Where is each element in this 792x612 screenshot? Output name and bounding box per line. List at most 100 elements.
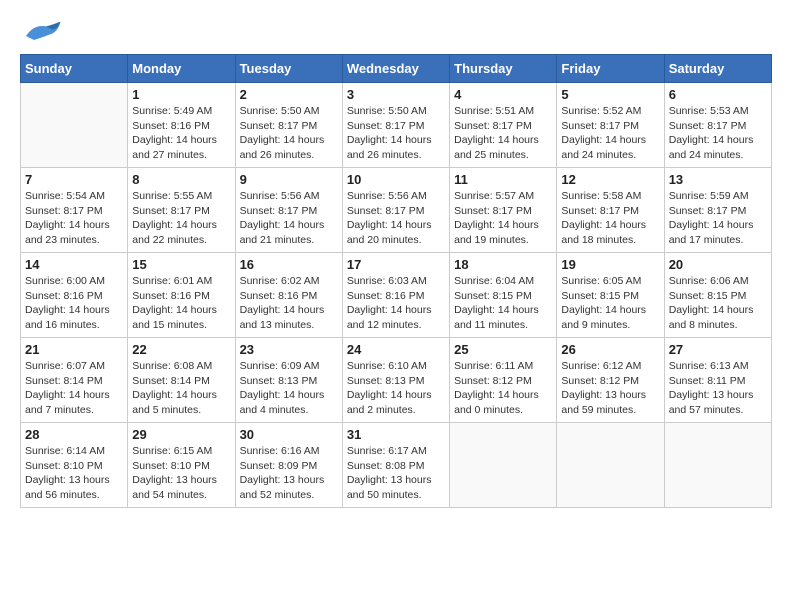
calendar-cell: 12 Sunrise: 5:58 AMSunset: 8:17 PMDayligh… (557, 168, 664, 253)
calendar-table: SundayMondayTuesdayWednesdayThursdayFrid… (20, 54, 772, 508)
calendar-cell: 25 Sunrise: 6:11 AMSunset: 8:12 PMDayligh… (450, 338, 557, 423)
day-info: Sunrise: 6:10 AMSunset: 8:13 PMDaylight:… (347, 359, 445, 418)
weekday-header-friday: Friday (557, 55, 664, 83)
calendar-cell: 27Sunrise: 6:13 AMSunset: 8:11 PMDayligh… (664, 338, 771, 423)
calendar-cell: 8 Sunrise: 5:55 AMSunset: 8:17 PMDaylight… (128, 168, 235, 253)
calendar-cell: 22 Sunrise: 6:08 AMSunset: 8:14 PMDayligh… (128, 338, 235, 423)
day-info: Sunrise: 6:00 AMSunset: 8:16 PMDaylight:… (25, 274, 123, 333)
calendar-header-row: SundayMondayTuesdayWednesdayThursdayFrid… (21, 55, 772, 83)
day-number: 18 (454, 257, 552, 272)
calendar-cell: 9Sunrise: 5:56 AMSunset: 8:17 PMDaylight… (235, 168, 342, 253)
weekday-header-thursday: Thursday (450, 55, 557, 83)
weekday-header-wednesday: Wednesday (342, 55, 449, 83)
week-row-1: 1Sunrise: 5:49 AMSunset: 8:16 PMDaylight… (21, 83, 772, 168)
week-row-2: 7 Sunrise: 5:54 AMSunset: 8:17 PMDaylight… (21, 168, 772, 253)
day-info: Sunrise: 6:17 AMSunset: 8:08 PMDaylight:… (347, 444, 445, 503)
day-info: Sunrise: 6:05 AMSunset: 8:15 PMDaylight:… (561, 274, 659, 333)
day-number: 17 (347, 257, 445, 272)
day-info: Sunrise: 6:14 AMSunset: 8:10 PMDaylight:… (25, 444, 123, 503)
calendar-cell: 17Sunrise: 6:03 AMSunset: 8:16 PMDayligh… (342, 253, 449, 338)
week-row-4: 21 Sunrise: 6:07 AMSunset: 8:14 PMDayligh… (21, 338, 772, 423)
calendar-cell: 14 Sunrise: 6:00 AMSunset: 8:16 PMDayligh… (21, 253, 128, 338)
day-info: Sunrise: 5:51 AMSunset: 8:17 PMDaylight:… (454, 104, 552, 163)
day-number: 5 (561, 87, 659, 102)
day-number: 14 (25, 257, 123, 272)
calendar-cell: 28 Sunrise: 6:14 AMSunset: 8:10 PMDayligh… (21, 423, 128, 508)
day-number: 8 (132, 172, 230, 187)
day-number: 19 (561, 257, 659, 272)
day-number: 11 (454, 172, 552, 187)
day-number: 10 (347, 172, 445, 187)
day-number: 31 (347, 427, 445, 442)
day-info: Sunrise: 5:58 AMSunset: 8:17 PMDaylight:… (561, 189, 659, 248)
day-number: 1 (132, 87, 230, 102)
calendar-cell: 19 Sunrise: 6:05 AMSunset: 8:15 PMDayligh… (557, 253, 664, 338)
day-info: Sunrise: 6:01 AMSunset: 8:16 PMDaylight:… (132, 274, 230, 333)
day-number: 29 (132, 427, 230, 442)
day-info: Sunrise: 5:57 AMSunset: 8:17 PMDaylight:… (454, 189, 552, 248)
calendar-cell: 1Sunrise: 5:49 AMSunset: 8:16 PMDaylight… (128, 83, 235, 168)
calendar-cell: 15 Sunrise: 6:01 AMSunset: 8:16 PMDayligh… (128, 253, 235, 338)
day-info: Sunrise: 5:50 AMSunset: 8:17 PMDaylight:… (240, 104, 338, 163)
calendar-cell: 18 Sunrise: 6:04 AMSunset: 8:15 PMDayligh… (450, 253, 557, 338)
calendar-cell: 10 Sunrise: 5:56 AMSunset: 8:17 PMDayligh… (342, 168, 449, 253)
day-number: 20 (669, 257, 767, 272)
day-number: 7 (25, 172, 123, 187)
logo (20, 20, 62, 44)
day-number: 28 (25, 427, 123, 442)
calendar-cell: 20 Sunrise: 6:06 AMSunset: 8:15 PMDayligh… (664, 253, 771, 338)
weekday-header-sunday: Sunday (21, 55, 128, 83)
logo-bird-icon (22, 20, 62, 44)
day-info: Sunrise: 5:50 AMSunset: 8:17 PMDaylight:… (347, 104, 445, 163)
day-info: Sunrise: 5:55 AMSunset: 8:17 PMDaylight:… (132, 189, 230, 248)
calendar-cell (450, 423, 557, 508)
day-number: 26 (561, 342, 659, 357)
calendar-cell: 13Sunrise: 5:59 AMSunset: 8:17 PMDayligh… (664, 168, 771, 253)
calendar-cell: 29 Sunrise: 6:15 AMSunset: 8:10 PMDayligh… (128, 423, 235, 508)
day-number: 25 (454, 342, 552, 357)
day-number: 21 (25, 342, 123, 357)
day-number: 30 (240, 427, 338, 442)
day-info: Sunrise: 6:06 AMSunset: 8:15 PMDaylight:… (669, 274, 767, 333)
day-info: Sunrise: 5:59 AMSunset: 8:17 PMDaylight:… (669, 189, 767, 248)
day-number: 24 (347, 342, 445, 357)
day-info: Sunrise: 6:07 AMSunset: 8:14 PMDaylight:… (25, 359, 123, 418)
calendar-cell: 26 Sunrise: 6:12 AMSunset: 8:12 PMDayligh… (557, 338, 664, 423)
day-info: Sunrise: 6:02 AMSunset: 8:16 PMDaylight:… (240, 274, 338, 333)
day-info: Sunrise: 5:52 AMSunset: 8:17 PMDaylight:… (561, 104, 659, 163)
calendar-cell (664, 423, 771, 508)
week-row-5: 28 Sunrise: 6:14 AMSunset: 8:10 PMDayligh… (21, 423, 772, 508)
day-info: Sunrise: 5:56 AMSunset: 8:17 PMDaylight:… (347, 189, 445, 248)
day-number: 15 (132, 257, 230, 272)
calendar-cell: 6Sunrise: 5:53 AMSunset: 8:17 PMDaylight… (664, 83, 771, 168)
day-number: 4 (454, 87, 552, 102)
weekday-header-monday: Monday (128, 55, 235, 83)
calendar-cell: 4 Sunrise: 5:51 AMSunset: 8:17 PMDaylight… (450, 83, 557, 168)
calendar-cell: 11 Sunrise: 5:57 AMSunset: 8:17 PMDayligh… (450, 168, 557, 253)
page-header (20, 20, 772, 44)
calendar-cell: 7 Sunrise: 5:54 AMSunset: 8:17 PMDaylight… (21, 168, 128, 253)
day-number: 22 (132, 342, 230, 357)
calendar-cell (21, 83, 128, 168)
day-info: Sunrise: 6:15 AMSunset: 8:10 PMDaylight:… (132, 444, 230, 503)
weekday-header-saturday: Saturday (664, 55, 771, 83)
day-info: Sunrise: 6:04 AMSunset: 8:15 PMDaylight:… (454, 274, 552, 333)
day-number: 23 (240, 342, 338, 357)
day-info: Sunrise: 6:09 AMSunset: 8:13 PMDaylight:… (240, 359, 338, 418)
calendar-cell: 31 Sunrise: 6:17 AMSunset: 8:08 PMDayligh… (342, 423, 449, 508)
calendar-cell: 23 Sunrise: 6:09 AMSunset: 8:13 PMDayligh… (235, 338, 342, 423)
calendar-cell: 21 Sunrise: 6:07 AMSunset: 8:14 PMDayligh… (21, 338, 128, 423)
day-info: Sunrise: 5:54 AMSunset: 8:17 PMDaylight:… (25, 189, 123, 248)
calendar-cell: 5 Sunrise: 5:52 AMSunset: 8:17 PMDaylight… (557, 83, 664, 168)
day-info: Sunrise: 6:12 AMSunset: 8:12 PMDaylight:… (561, 359, 659, 418)
day-info: Sunrise: 6:13 AMSunset: 8:11 PMDaylight:… (669, 359, 767, 418)
day-number: 2 (240, 87, 338, 102)
day-number: 3 (347, 87, 445, 102)
weekday-header-tuesday: Tuesday (235, 55, 342, 83)
calendar-cell: 3 Sunrise: 5:50 AMSunset: 8:17 PMDaylight… (342, 83, 449, 168)
calendar-cell: 24 Sunrise: 6:10 AMSunset: 8:13 PMDayligh… (342, 338, 449, 423)
day-info: Sunrise: 6:11 AMSunset: 8:12 PMDaylight:… (454, 359, 552, 418)
day-number: 12 (561, 172, 659, 187)
day-info: Sunrise: 6:08 AMSunset: 8:14 PMDaylight:… (132, 359, 230, 418)
day-number: 9 (240, 172, 338, 187)
